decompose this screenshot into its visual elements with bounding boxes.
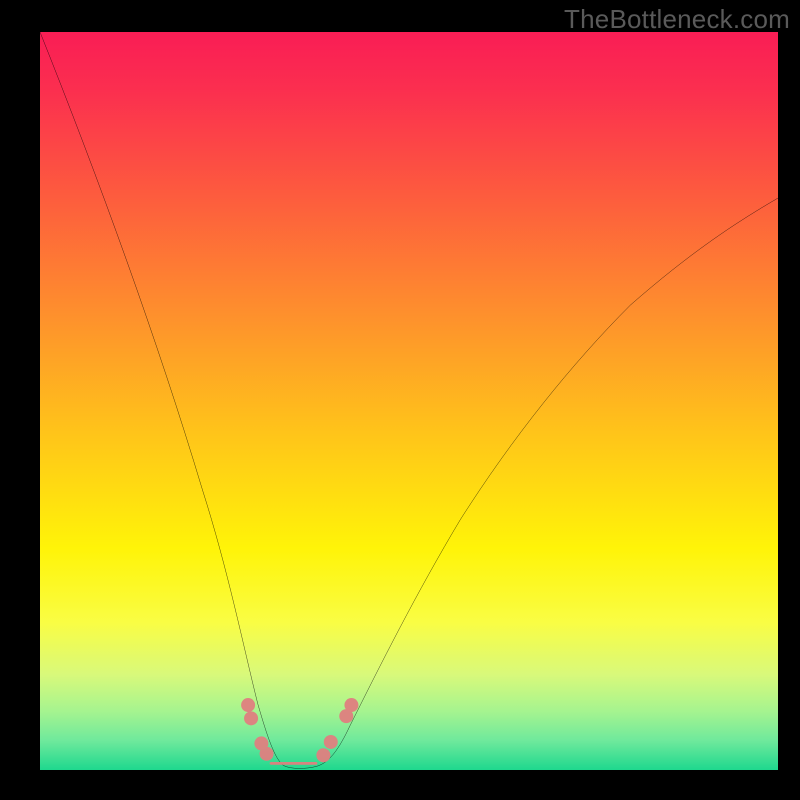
- floor-dots: [241, 698, 358, 762]
- curve-path: [40, 32, 778, 768]
- watermark-text: TheBottleneck.com: [564, 4, 790, 35]
- plot-area: [40, 32, 778, 770]
- bottleneck-curve: [40, 32, 778, 770]
- chart-frame: TheBottleneck.com: [0, 0, 800, 800]
